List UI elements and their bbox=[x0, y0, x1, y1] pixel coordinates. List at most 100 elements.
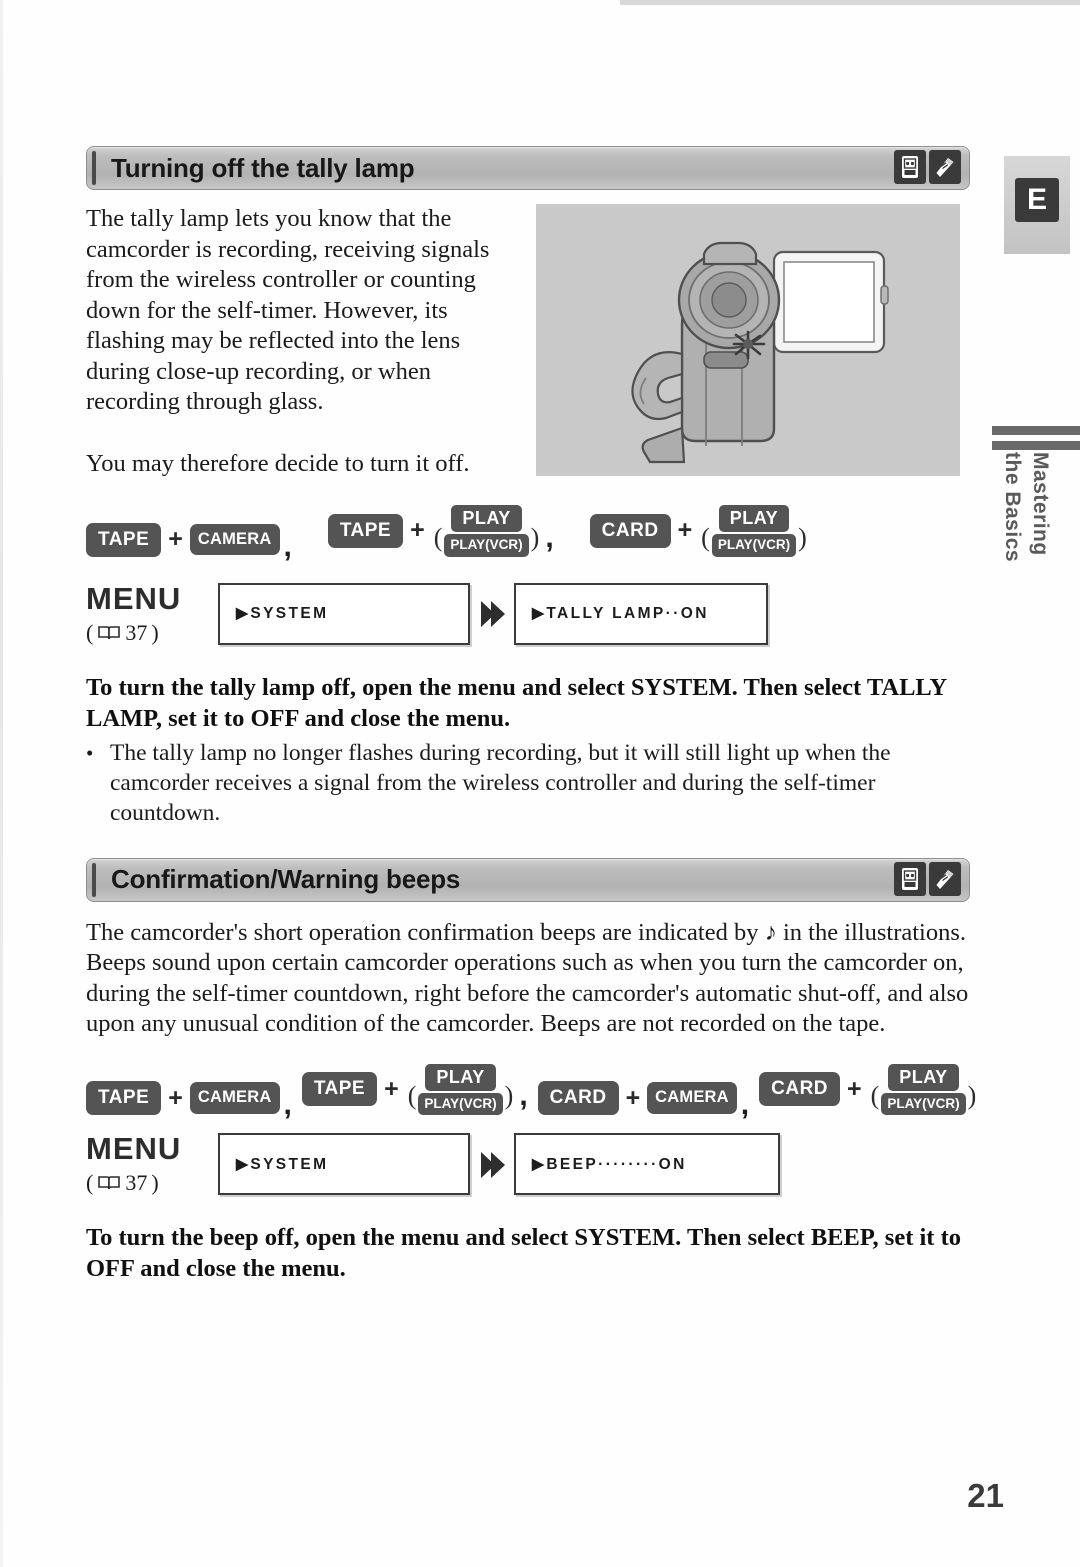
separator-comma: , bbox=[740, 1088, 750, 1121]
sidebar-section-line2: the Basics bbox=[1001, 452, 1024, 563]
section-accent-mark bbox=[92, 862, 96, 897]
paren-close: ) bbox=[151, 619, 159, 645]
menu-row-beeps: MENU ( 37 ) ▶SYSTEM ▶BEEP········ON bbox=[86, 1133, 970, 1196]
mode-badge-play-vcr[interactable]: PLAY(VCR) bbox=[418, 1092, 503, 1115]
paren-open: ( bbox=[870, 1081, 880, 1111]
separator-comma: , bbox=[283, 1088, 292, 1121]
mode-badge-camera[interactable]: CAMERA bbox=[189, 1082, 280, 1114]
instruction-text-beeps: To turn the beep off, open the menu and … bbox=[86, 1224, 962, 1282]
mode-badge-tape[interactable]: TAPE bbox=[86, 1081, 162, 1115]
mode-badge-play[interactable]: PLAY bbox=[718, 505, 790, 532]
paren-open: ( bbox=[433, 522, 443, 552]
separator-comma: , bbox=[545, 520, 554, 554]
mode-badge-play[interactable]: PLAY bbox=[888, 1063, 959, 1091]
mode-badge-tape[interactable]: TAPE bbox=[301, 1072, 378, 1107]
camcorder-illustration bbox=[536, 204, 960, 476]
menu-button-label[interactable]: MENU bbox=[86, 583, 218, 614]
paren-open: ( bbox=[407, 1081, 417, 1111]
section-mode-icons bbox=[894, 150, 961, 184]
menu-page-number: 37 bbox=[125, 1170, 148, 1195]
double-chevron-right-icon bbox=[481, 601, 505, 627]
list-item-text: The tally lamp no longer flashes during … bbox=[110, 739, 891, 826]
menu-step-arrow bbox=[470, 1136, 514, 1194]
tape-cassette-icon bbox=[894, 150, 926, 184]
mode-badge-tape[interactable]: TAPE bbox=[327, 513, 404, 548]
page-content: Turning off the tally lamp The tally lam… bbox=[86, 146, 976, 1284]
mode-badge-play-stack[interactable]: PLAY PLAY(VCR) bbox=[711, 505, 797, 557]
plus-sign: + bbox=[384, 1074, 399, 1103]
mode-badge-play[interactable]: PLAY bbox=[451, 505, 522, 532]
mode-badge-play-vcr[interactable]: PLAY(VCR) bbox=[711, 534, 797, 557]
mode-badge-row-tally-lamp: TAPE + CAMERA , TAPE + ( PLAY PLAY(VCR) … bbox=[86, 505, 970, 563]
mode-badge-play-vcr[interactable]: PLAY(VCR) bbox=[444, 534, 529, 557]
section-accent-mark bbox=[92, 151, 96, 185]
menu-page-reference: ( 37 ) bbox=[86, 620, 218, 646]
menu-box-step1[interactable]: ▶SYSTEM bbox=[218, 1133, 470, 1195]
menu-page-reference: ( 37 ) bbox=[86, 1170, 218, 1196]
menu-label-block: MENU ( 37 ) bbox=[86, 1133, 218, 1196]
separator-comma: , bbox=[519, 1079, 528, 1113]
menu-button-label[interactable]: MENU bbox=[86, 1133, 218, 1164]
mode-badge-play-stack[interactable]: PLAY PLAY(VCR) bbox=[418, 1063, 503, 1115]
menu-row-tally-lamp: MENU ( 37 ) ▶SYSTEM ▶TALLY LAMP··ON bbox=[86, 582, 970, 646]
book-icon bbox=[98, 1176, 121, 1190]
mode-badge-card[interactable]: CARD bbox=[537, 1081, 619, 1115]
plus-sign: + bbox=[410, 516, 425, 545]
section-title: Confirmation/Warning beeps bbox=[111, 864, 461, 894]
intro-row-tally-lamp: The tally lamp lets you know that the ca… bbox=[86, 204, 970, 479]
menu-step-arrow bbox=[470, 585, 514, 643]
section-mode-icons bbox=[894, 861, 961, 896]
language-tab-e: E bbox=[1004, 156, 1070, 254]
paren-open: ( bbox=[86, 619, 94, 645]
mode-badge-camera[interactable]: CAMERA bbox=[647, 1082, 737, 1114]
scan-edge-top bbox=[620, 0, 1080, 5]
language-tab-letter: E bbox=[1015, 178, 1059, 222]
instruction-text-tally-lamp: To turn the tally lamp off, open the men… bbox=[86, 673, 947, 732]
paragraph: You may therefore decide to turn it off. bbox=[86, 449, 470, 477]
mode-badge-play-stack[interactable]: PLAY PLAY(VCR) bbox=[881, 1063, 966, 1115]
page-number: 21 bbox=[967, 1477, 1004, 1514]
mode-badge-play[interactable]: PLAY bbox=[425, 1063, 496, 1091]
paren-open: ( bbox=[701, 522, 710, 552]
menu-box-step2[interactable]: ▶BEEP········ON bbox=[514, 1133, 780, 1195]
menu-item-system: ▶SYSTEM bbox=[236, 1155, 329, 1173]
paren-close: ) bbox=[798, 522, 807, 552]
mode-badge-tape[interactable]: TAPE bbox=[86, 522, 162, 557]
paren-close: ) bbox=[530, 522, 540, 552]
mode-group: TAPE + CAMERA , bbox=[86, 522, 302, 563]
list-item: • The tally lamp no longer flashes durin… bbox=[86, 738, 970, 828]
menu-box-step1[interactable]: ▶SYSTEM bbox=[218, 582, 470, 645]
paren-close: ) bbox=[504, 1081, 514, 1111]
intro-text-beeps: The camcorder's short operation confirma… bbox=[86, 918, 970, 1040]
mode-group: CARD + ( PLAY PLAY(VCR) ) bbox=[589, 505, 809, 557]
menu-box-step2[interactable]: ▶TALLY LAMP··ON bbox=[514, 582, 768, 645]
mode-badge-camera[interactable]: CAMERA bbox=[189, 523, 280, 556]
menu-label-block: MENU ( 37 ) bbox=[86, 583, 218, 646]
tape-cassette-icon bbox=[894, 861, 926, 896]
mode-group: TAPE + CAMERA , bbox=[86, 1081, 302, 1121]
plus-sign: + bbox=[847, 1074, 862, 1103]
menu-item-tally-lamp: ▶TALLY LAMP··ON bbox=[532, 605, 709, 622]
section-header-tally-lamp: Turning off the tally lamp bbox=[86, 146, 970, 190]
plus-sign: + bbox=[168, 525, 183, 553]
sidebar-rule bbox=[992, 426, 1080, 435]
menu-page-number: 37 bbox=[125, 619, 148, 645]
mode-badge-card[interactable]: CARD bbox=[589, 513, 671, 548]
mode-badge-row-beeps: TAPE + CAMERA , TAPE + ( PLAY PLAY(VCR) … bbox=[86, 1063, 976, 1121]
section-header-beeps: Confirmation/Warning beeps bbox=[86, 857, 970, 902]
scan-edge-left bbox=[0, 0, 3, 1567]
paren-close: ) bbox=[967, 1081, 977, 1111]
mode-badge-play-vcr[interactable]: PLAY(VCR) bbox=[881, 1092, 966, 1115]
double-chevron-right-icon bbox=[481, 1151, 505, 1178]
mode-badge-card[interactable]: CARD bbox=[759, 1072, 841, 1107]
memory-card-icon bbox=[929, 861, 961, 896]
paragraph: The tally lamp lets you know that the ca… bbox=[86, 205, 490, 415]
manual-page: Turning off the tally lamp The tally lam… bbox=[0, 0, 1080, 1567]
sidebar-section-line1: Mastering bbox=[1029, 452, 1052, 556]
intro-text-tally-lamp: The tally lamp lets you know that the ca… bbox=[86, 204, 518, 479]
paragraph: The camcorder's short operation confirma… bbox=[86, 918, 969, 1038]
book-icon bbox=[98, 625, 121, 639]
mode-badge-play-stack[interactable]: PLAY PLAY(VCR) bbox=[444, 505, 529, 557]
plus-sign: + bbox=[625, 1083, 641, 1112]
bullet-list-tally-lamp: • The tally lamp no longer flashes durin… bbox=[86, 738, 970, 828]
